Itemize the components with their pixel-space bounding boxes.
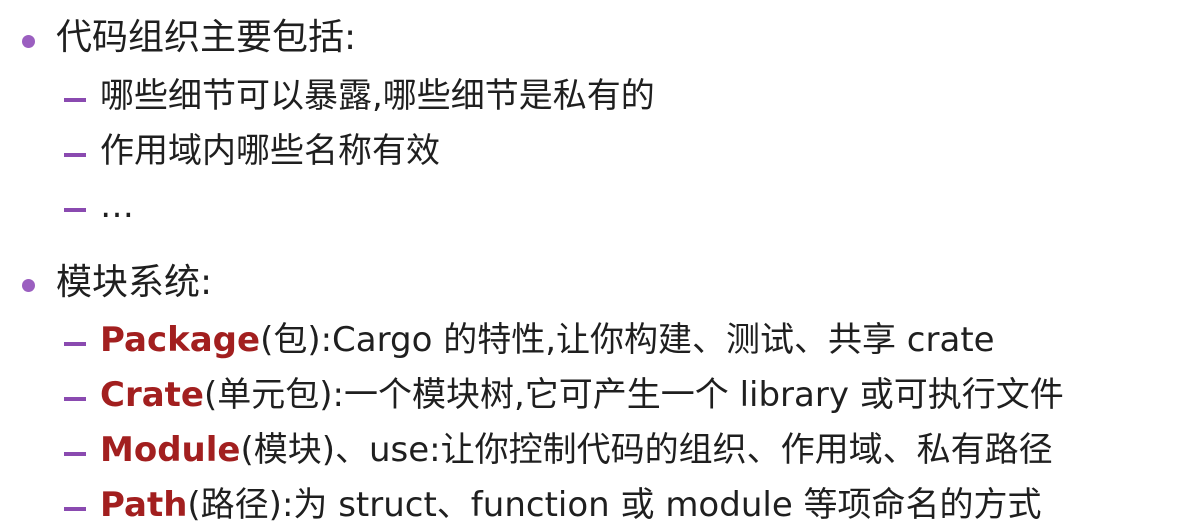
bullet-dot-icon: [22, 35, 35, 48]
section1-item-3: …: [100, 186, 134, 226]
item-text: (单元包):一个模块树,它可产生一个 library 或可执行文件: [203, 375, 1064, 415]
dash-icon: [64, 208, 86, 212]
item-text: (包):Cargo 的特性,让你构建、测试、共享 crate: [260, 320, 995, 360]
section2-item-package: Package(包):Cargo 的特性,让你构建、测试、共享 crate: [100, 323, 995, 357]
term-package: Package: [100, 320, 261, 360]
term-module: Module: [100, 430, 241, 470]
dash-icon: [64, 342, 86, 346]
section1-item-1: 哪些细节可以暴露,哪些细节是私有的: [100, 76, 655, 116]
term-crate: Crate: [100, 375, 204, 415]
term-path: Path: [100, 485, 188, 525]
dash-icon: [64, 452, 86, 456]
section2-item-module: Module(模块)、use:让你控制代码的组织、作用域、私有路径: [100, 433, 1053, 467]
section2-item-crate: Crate(单元包):一个模块树,它可产生一个 library 或可执行文件: [100, 378, 1064, 412]
section2-item-path: Path(路径):为 struct、function 或 module 等项命名…: [100, 488, 1042, 522]
item-text: (路径):为 struct、function 或 module 等项命名的方式: [187, 485, 1042, 525]
dash-icon: [64, 98, 86, 102]
dash-icon: [64, 507, 86, 511]
section1-heading: 代码组织主要包括:: [56, 17, 357, 58]
item-text: (模块)、use:让你控制代码的组织、作用域、私有路径: [240, 430, 1053, 470]
dash-icon: [64, 397, 86, 401]
section1-item-2: 作用域内哪些名称有效: [100, 131, 440, 171]
slide: 代码组织主要包括: 哪些细节可以暴露,哪些细节是私有的 作用域内哪些名称有效 ……: [0, 0, 1202, 524]
bullet-dot-icon: [22, 279, 35, 292]
dash-icon: [64, 153, 86, 157]
section2-heading: 模块系统:: [56, 262, 213, 303]
